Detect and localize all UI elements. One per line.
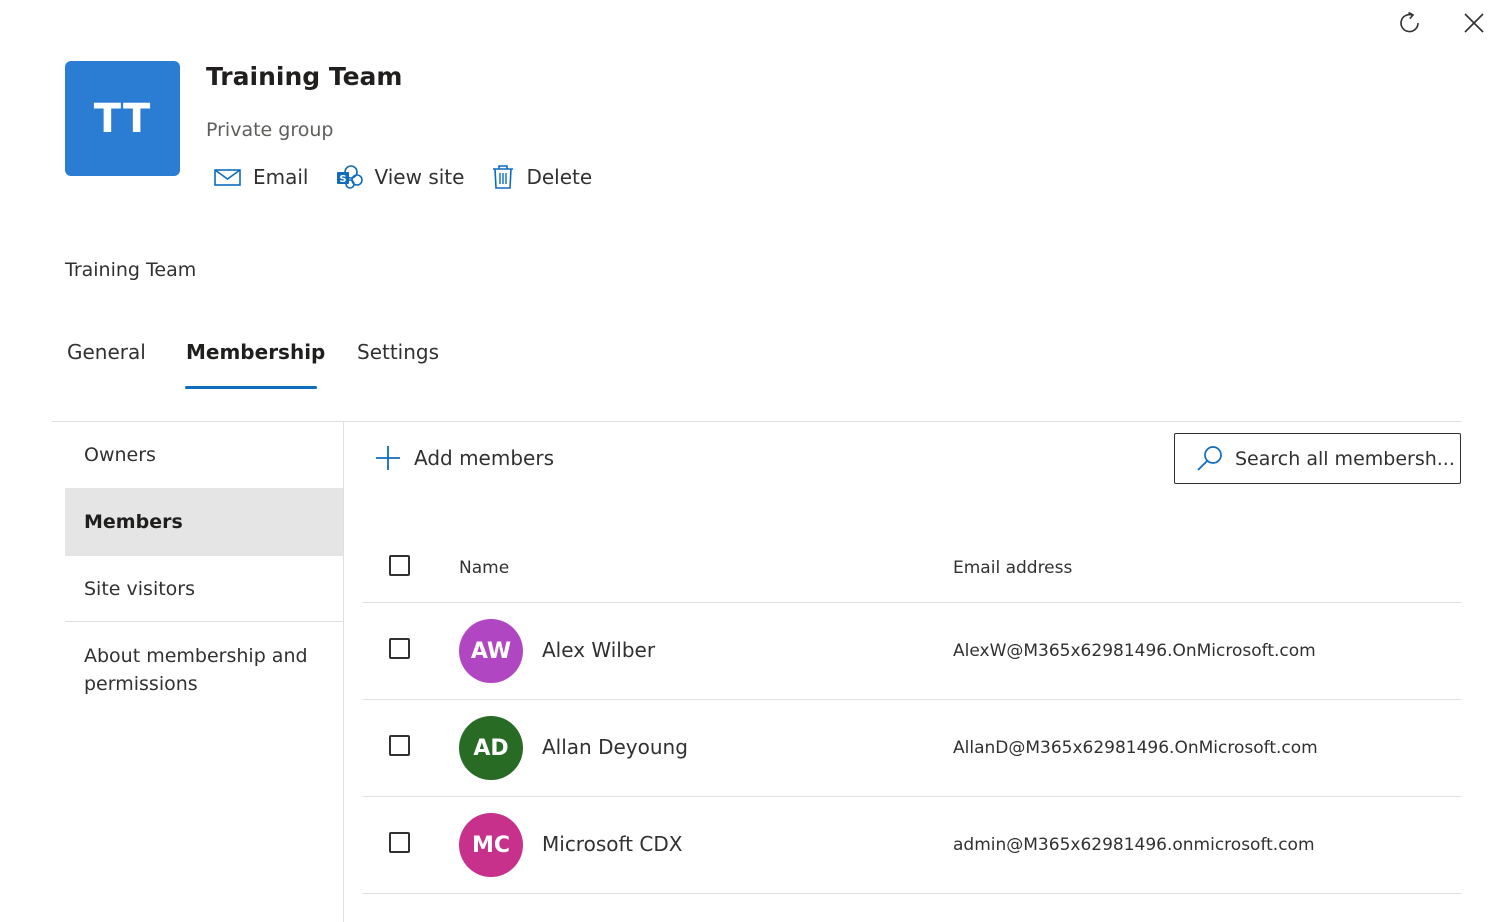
- breadcrumb: Training Team: [65, 259, 197, 281]
- group-title: Training Team: [206, 62, 403, 91]
- tab-general[interactable]: General: [67, 340, 146, 390]
- row-checkbox[interactable]: [389, 638, 410, 659]
- column-header-email[interactable]: Email address: [953, 558, 1072, 578]
- close-icon: [1464, 13, 1484, 33]
- group-type: Private group: [206, 119, 334, 141]
- member-email: admin@M365x62981496.onmicrosoft.com: [953, 835, 1315, 855]
- close-button[interactable]: [1457, 6, 1491, 40]
- view-site-action[interactable]: S View site: [335, 163, 465, 191]
- table-row[interactable]: AD Allan Deyoung AllanD@M365x62981496.On…: [363, 700, 1461, 797]
- subnav-members[interactable]: Members: [65, 488, 343, 556]
- member-name: Microsoft CDX: [542, 832, 683, 856]
- add-members-button[interactable]: Add members: [374, 440, 554, 476]
- group-avatar-tile: TT: [65, 61, 180, 176]
- view-site-action-label: View site: [374, 165, 465, 189]
- trash-icon: [490, 163, 516, 191]
- column-header-name[interactable]: Name: [459, 558, 509, 578]
- search-icon: [1195, 444, 1225, 474]
- row-checkbox[interactable]: [389, 832, 410, 853]
- row-checkbox[interactable]: [389, 735, 410, 756]
- table-row[interactable]: AW Alex Wilber AlexW@M365x62981496.OnMic…: [363, 603, 1461, 700]
- svg-text:S: S: [339, 174, 346, 185]
- avatar: AD: [459, 716, 523, 780]
- group-actions: Email S View site Delete: [213, 160, 618, 194]
- search-input[interactable]: [1235, 447, 1465, 470]
- avatar: MC: [459, 813, 523, 877]
- member-name: Alex Wilber: [542, 638, 656, 662]
- delete-action[interactable]: Delete: [490, 163, 592, 191]
- table-row[interactable]: MC Microsoft CDX admin@M365x62981496.onm…: [363, 797, 1461, 894]
- divider: [52, 421, 1461, 422]
- add-members-label: Add members: [414, 446, 554, 470]
- avatar: AW: [459, 619, 523, 683]
- member-name: Allan Deyoung: [542, 735, 688, 759]
- active-tab-indicator: [185, 386, 317, 389]
- mail-icon: [213, 166, 243, 188]
- search-box[interactable]: [1174, 433, 1465, 484]
- add-icon: [374, 444, 402, 472]
- tab-settings[interactable]: Settings: [357, 340, 439, 390]
- subnav-about-membership[interactable]: About membership and permissions: [65, 642, 343, 698]
- subnav-site-visitors[interactable]: Site visitors: [65, 556, 343, 622]
- email-action-label: Email: [253, 165, 309, 189]
- delete-action-label: Delete: [526, 165, 593, 189]
- subnav-owners[interactable]: Owners: [65, 423, 343, 488]
- member-email: AllanD@M365x62981496.OnMicrosoft.com: [953, 738, 1318, 758]
- member-email: AlexW@M365x62981496.OnMicrosoft.com: [953, 641, 1316, 661]
- members-table-header: Name Email address: [363, 540, 1461, 603]
- tab-membership[interactable]: Membership: [186, 340, 325, 390]
- refresh-icon: [1400, 11, 1419, 33]
- email-action[interactable]: Email: [213, 165, 309, 189]
- refresh-button[interactable]: [1393, 6, 1427, 40]
- select-all-checkbox[interactable]: [389, 555, 410, 576]
- sharepoint-icon: S: [335, 163, 365, 191]
- vertical-divider: [343, 422, 344, 922]
- group-details-panel: TT Training Team Private group Email S V…: [0, 0, 1511, 922]
